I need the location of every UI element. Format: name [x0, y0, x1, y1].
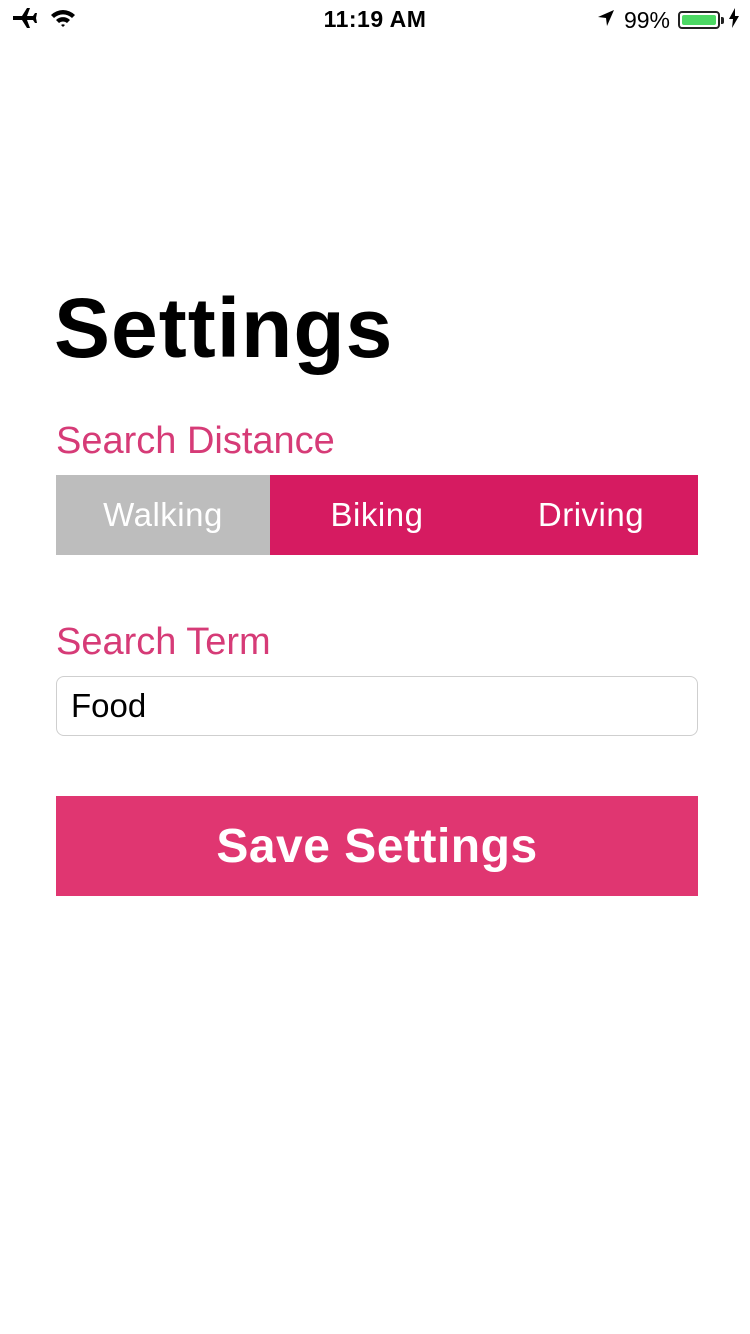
battery-fill [682, 15, 716, 25]
charging-bolt-icon [728, 7, 740, 33]
status-right: 99% [596, 6, 740, 34]
status-bar: 11:19 AM 99% [0, 0, 750, 40]
save-settings-button[interactable]: Save Settings [56, 796, 698, 896]
search-term-input[interactable] [56, 676, 698, 736]
search-distance-segmented-control: Walking Biking Driving [56, 475, 698, 555]
search-term-label: Search Term [56, 621, 271, 663]
battery-percent: 99% [623, 6, 670, 33]
battery-icon [678, 11, 724, 29]
segment-biking[interactable]: Biking [270, 475, 484, 555]
page-title: Settings [54, 281, 394, 375]
segment-walking[interactable]: Walking [56, 475, 270, 555]
search-distance-label: Search Distance [56, 420, 335, 462]
location-arrow-icon [596, 8, 616, 33]
segment-driving[interactable]: Driving [484, 475, 698, 555]
battery-cap [721, 17, 724, 24]
